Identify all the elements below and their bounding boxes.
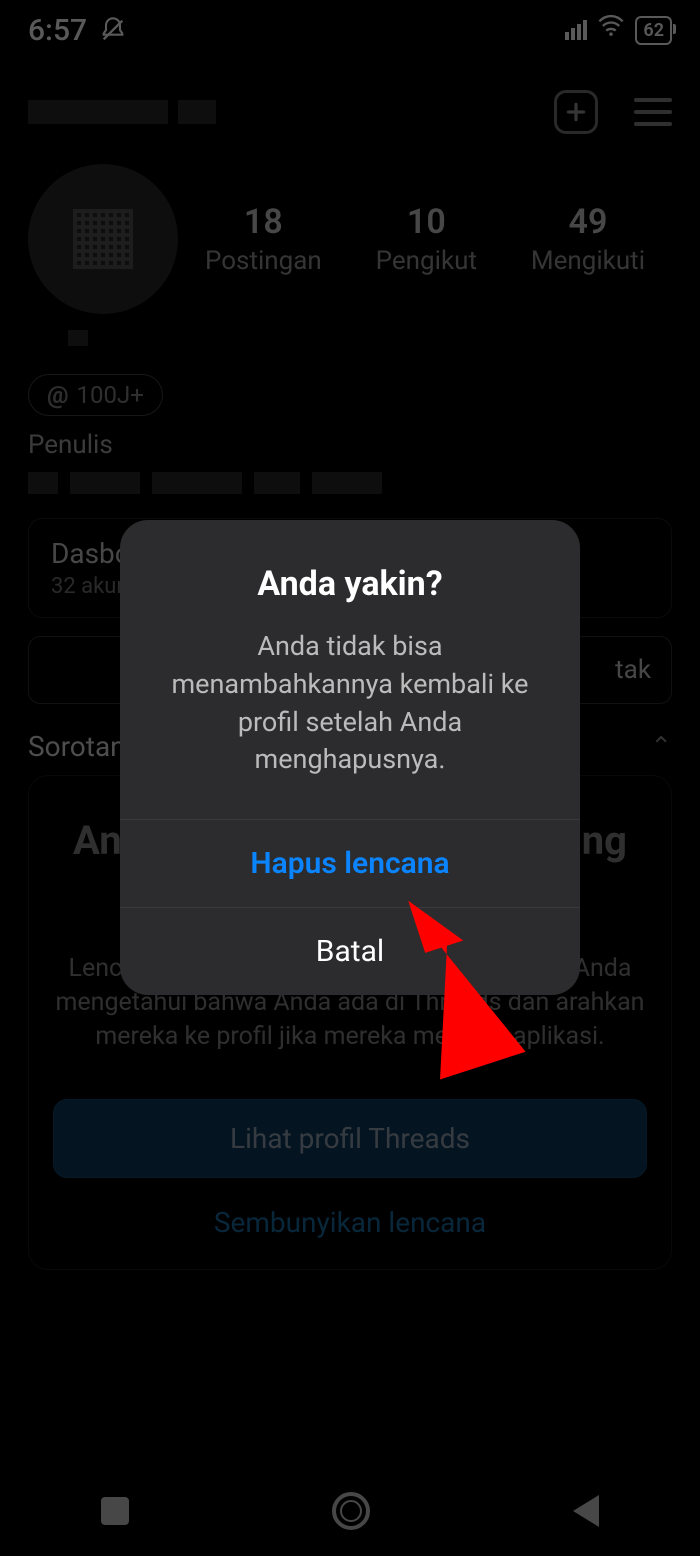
cancel-button[interactable]: Batal [120, 908, 580, 995]
dialog-message: Anda tidak bisa menambahkannya kembali k… [150, 628, 550, 779]
remove-badge-label: Hapus lencana [250, 846, 449, 881]
remove-badge-button[interactable]: Hapus lencana [120, 820, 580, 907]
confirm-dialog: Anda yakin? Anda tidak bisa menambahkann… [120, 520, 580, 995]
dialog-title: Anda yakin? [150, 564, 550, 604]
cancel-label: Batal [316, 934, 384, 969]
